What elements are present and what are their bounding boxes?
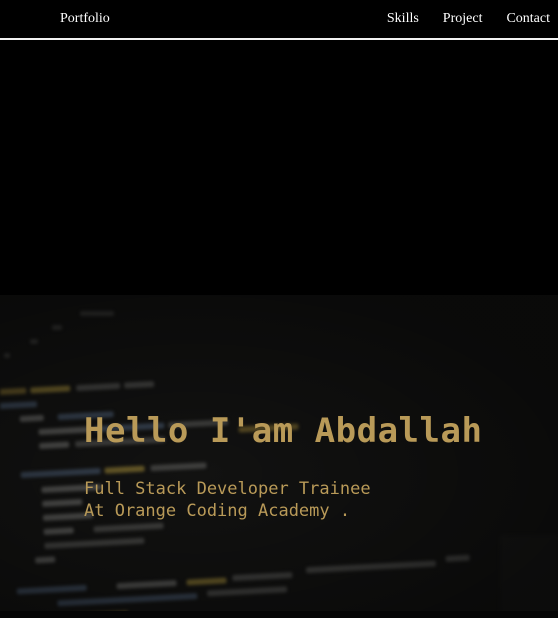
nav-link-project[interactable]: Project [443,11,483,27]
hero-subtitle-line-2: At Orange Coding Academy . [84,501,351,521]
hero-subtitle-line-1: Full Stack Developer Trainee [84,479,371,499]
hero-subtitle: Full Stack Developer Trainee At Orange C… [84,478,371,522]
navbar: Portfolio Skills Project Contact [0,0,558,40]
hero-top-spacer [0,42,558,295]
hero-section: Hello I'am Abdallah Full Stack Developer… [0,295,558,618]
hero-overlay [0,295,558,618]
bottom-divider [0,611,558,618]
brand-link[interactable]: Portfolio [60,11,110,27]
nav-link-contact[interactable]: Contact [506,11,550,27]
nav-links: Skills Project Contact [387,11,550,27]
hero-title: Hello I'am Abdallah [84,411,483,451]
nav-link-skills[interactable]: Skills [387,11,419,27]
